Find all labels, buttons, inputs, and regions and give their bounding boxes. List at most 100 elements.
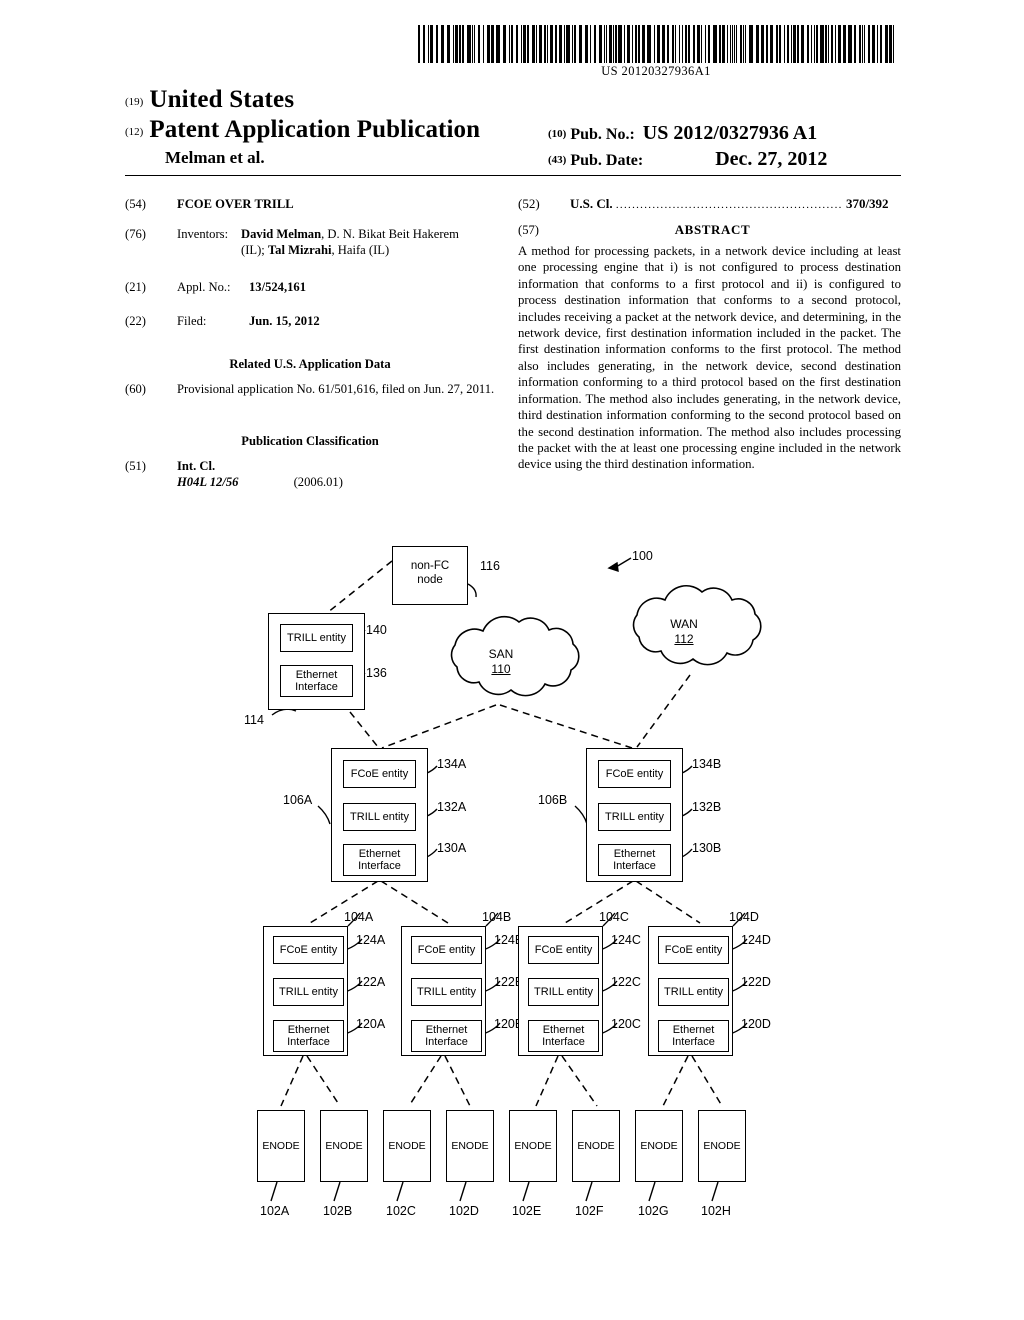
ref-104A: 104A (344, 910, 374, 924)
field-int-cl: (51) Int. Cl. H04L 12/56 (2006.01) (125, 458, 495, 491)
ref-102H: 102H (701, 1204, 731, 1218)
pubdate-label: Pub. Date: (570, 152, 644, 169)
device-106B-ethernet-interface: Ethernet Interface (598, 844, 671, 876)
device-114-eth-text: Ethernet Interface (295, 669, 338, 694)
country-line: (19) United States (125, 86, 294, 114)
link-san-to-106A (381, 704, 497, 749)
ref-102A: 102A (260, 1204, 290, 1218)
device-114-ethernet-interface: Ethernet Interface (280, 665, 353, 697)
device-104D-fcoe-entity: FCoE entity (658, 936, 729, 964)
ref-136: 136 (366, 666, 387, 680)
filed-value: Jun. 15, 2012 (249, 314, 320, 329)
kind-code-12: (12) (125, 126, 144, 138)
enode-box-102F: ENODE (572, 1110, 620, 1182)
ref-140: 140 (366, 623, 387, 637)
ref-102E: 102E (512, 1204, 542, 1218)
device-104A-ethernet-interface: Ethernet Interface (273, 1020, 344, 1052)
ref-102F: 102F (575, 1204, 604, 1218)
enode-box-102H: ENODE (698, 1110, 746, 1182)
link-106B-to-104D (635, 880, 701, 924)
bibliographic-right-column: (52) U.S. Cl. ..........................… (518, 196, 901, 473)
publication-number-line: (10) Pub. No.: US 2012/0327936 A1 (548, 122, 817, 145)
device-106A-trill-entity: TRILL entity (343, 803, 416, 831)
uscl-label: U.S. Cl. (570, 196, 613, 211)
enode-box-102B: ENODE (320, 1110, 368, 1182)
ref-120A: 120A (356, 1017, 386, 1031)
figure-1: 100 non-FC node 116 SAN 110 WAN 112 TRIL… (0, 525, 1024, 1265)
enode-box-102C: ENODE (383, 1110, 431, 1182)
link-104D-to-102H (691, 1055, 723, 1107)
link-104A-to-102B (306, 1055, 341, 1107)
field-tag-22: (22) (125, 314, 146, 329)
ref-120C: 120C (611, 1017, 641, 1031)
device-104C-fcoe-entity: FCoE entity (528, 936, 599, 964)
field-tag-52: (52) (518, 196, 540, 211)
enode-box-102E: ENODE (509, 1110, 557, 1182)
ref-106A: 106A (283, 793, 313, 807)
san-cloud-label: SAN 110 (460, 647, 542, 677)
enode-box-102A: ENODE (257, 1110, 305, 1182)
device-104A-fcoe-entity: FCoE entity (273, 936, 344, 964)
device-104B-ethernet-interface: Ethernet Interface (411, 1020, 482, 1052)
wan-cloud-label: WAN 112 (643, 617, 725, 647)
field-tag-57: (57) (518, 222, 539, 237)
uscl-value: 370/392 (845, 196, 889, 211)
device-106B-fcoe-entity: FCoE entity (598, 760, 671, 788)
ref-124D: 124D (741, 933, 771, 947)
link-wan-to-106B (636, 674, 691, 748)
field-provisional: (60) Provisional application No. 61/501,… (125, 381, 495, 398)
filed-label: Filed: (177, 314, 207, 329)
device-106A-ethernet-interface: Ethernet Interface (343, 844, 416, 876)
wan-ref: 112 (674, 632, 694, 646)
ref-106B: 106B (538, 793, 568, 807)
abstract-body: A method for processing packets, in a ne… (518, 243, 901, 472)
ref-120D: 120D (741, 1017, 771, 1031)
enode-box-102D: ENODE (446, 1110, 494, 1182)
intcl-code: H04L 12/56 (177, 475, 239, 490)
device-104D-ethernet-interface: Ethernet Interface (658, 1020, 729, 1052)
ref-132B: 132B (692, 800, 722, 814)
arrowhead-100 (607, 561, 619, 573)
device-104C-trill-entity: TRILL entity (528, 978, 599, 1006)
device-114-trill-entity: TRILL entity (280, 624, 353, 652)
ref-116: 116 (480, 559, 500, 573)
kind-code-43: (43) (548, 154, 567, 166)
field-tag-60: (60) (125, 381, 146, 396)
uscl-leader-dots: ........................................… (615, 199, 843, 211)
wan-name: WAN (670, 617, 698, 631)
barcode-number: US 20120327936A1 (601, 64, 711, 78)
applno-value: 13/524,161 (249, 279, 307, 294)
nonfc-line2: node (417, 573, 443, 586)
link-104B-to-102C (408, 1055, 442, 1107)
ref-102D: 102D (449, 1204, 479, 1218)
barcode (418, 25, 896, 63)
provisional-text: Provisional application No. 61/501,616, … (177, 381, 495, 396)
inventor-1-name: David Melman (241, 226, 322, 241)
related-data-heading: Related U.S. Application Data (229, 357, 391, 372)
link-104C-to-102E (535, 1055, 559, 1107)
ref-134B: 134B (692, 757, 722, 771)
device-104C-ethernet-interface: Ethernet Interface (528, 1020, 599, 1052)
inventors-value: David Melman, D. N. Bikat Beit Hakerem (… (241, 226, 479, 259)
abstract-heading: (57) ABSTRACT (518, 222, 901, 239)
san-name: SAN (488, 647, 514, 661)
ref-134A: 134A (437, 757, 467, 771)
kind-code-19: (19) (125, 96, 144, 108)
field-filed: (22) Filed: Jun. 15, 2012 (125, 313, 495, 330)
barcode-image (418, 25, 896, 63)
doctype-line: (12) Patent Application Publication (125, 116, 480, 144)
intcl-edition: (2006.01) (293, 475, 343, 490)
field-tag-21: (21) (125, 279, 146, 294)
link-106A-to-104B (380, 880, 449, 924)
ref-124A: 124A (356, 933, 386, 947)
field-inventors: (76) Inventors: David Melman, D. N. Bikat… (125, 226, 495, 259)
enode-leaders (270, 1181, 719, 1202)
abstract-title: ABSTRACT (674, 221, 751, 237)
enode-box-102G: ENODE (635, 1110, 683, 1182)
device-104B-fcoe-entity: FCoE entity (411, 936, 482, 964)
device-104D-trill-entity: TRILL entity (658, 978, 729, 1006)
field-tag-54: (54) (125, 197, 146, 211)
device-104B-trill-entity: TRILL entity (411, 978, 482, 1006)
leader-114 (271, 708, 297, 716)
link-104D-to-102G (662, 1055, 689, 1107)
